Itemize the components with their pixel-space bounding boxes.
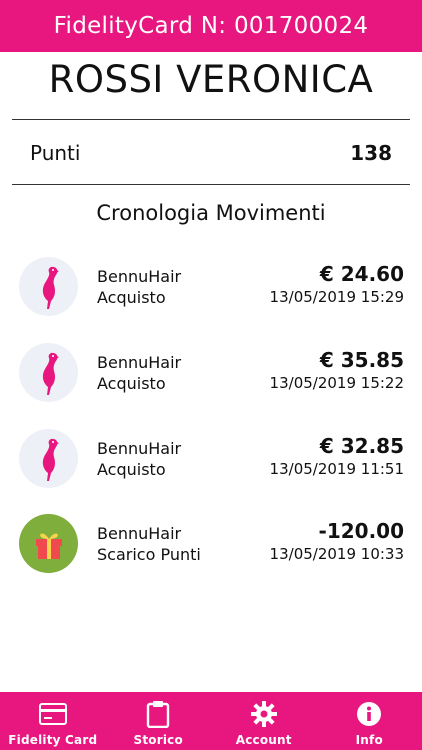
list-item[interactable]: BennuHair Acquisto € 24.60 13/05/2019 15…: [0, 257, 422, 317]
flamingo-logo-icon: [19, 343, 78, 402]
tab-info[interactable]: Info: [317, 692, 422, 750]
fidelity-card-title: FidelityCard N: 001700024: [53, 13, 369, 39]
tab-account[interactable]: Account: [211, 692, 317, 750]
movement-amount: € 32.85: [319, 434, 404, 458]
credit-card-icon: [38, 700, 67, 728]
list-item[interactable]: BennuHair Scarico Punti -120.00 13/05/20…: [0, 514, 422, 574]
info-icon: [355, 700, 383, 728]
tab-label: Fidelity Card: [8, 733, 98, 747]
movement-datetime: 13/05/2019 15:22: [269, 374, 404, 392]
tab-storico[interactable]: Storico: [106, 692, 212, 750]
movement-amount: € 24.60: [319, 262, 404, 286]
flamingo-logo-icon: [19, 429, 78, 488]
gear-icon: [250, 700, 278, 728]
list-item[interactable]: BennuHair Acquisto € 35.85 13/05/2019 15…: [0, 343, 422, 403]
movement-type: Acquisto: [97, 288, 166, 307]
movement-datetime: 13/05/2019 11:51: [269, 460, 404, 478]
divider: [12, 184, 410, 185]
movement-type: Acquisto: [97, 374, 166, 393]
movement-merchant: BennuHair: [97, 267, 182, 286]
movement-amount: -120.00: [318, 519, 404, 543]
points-value: 138: [350, 141, 392, 165]
movement-amount: € 35.85: [319, 348, 404, 372]
clipboard-icon: [144, 700, 172, 728]
bottom-tab-bar: Fidelity Card Storico Account Info: [0, 692, 422, 750]
movement-merchant: BennuHair: [97, 439, 182, 458]
movement-type: Scarico Punti: [97, 545, 201, 564]
tab-label: Account: [235, 733, 292, 747]
divider: [12, 119, 410, 120]
movement-datetime: 13/05/2019 15:29: [269, 288, 404, 306]
movement-datetime: 13/05/2019 10:33: [269, 545, 404, 563]
points-label: Punti: [30, 141, 81, 165]
history-title: Cronologia Movimenti: [96, 201, 326, 225]
tab-label: Info: [355, 733, 383, 747]
list-item[interactable]: BennuHair Acquisto € 32.85 13/05/2019 11…: [0, 429, 422, 489]
app-header: FidelityCard N: 001700024: [0, 0, 422, 52]
tab-label: Storico: [133, 733, 183, 747]
movement-merchant: BennuHair: [97, 353, 182, 372]
movement-type: Acquisto: [97, 460, 166, 479]
points-row: Punti 138: [30, 139, 392, 167]
gift-icon: [19, 514, 78, 573]
tab-fidelity-card[interactable]: Fidelity Card: [0, 692, 106, 750]
flamingo-logo-icon: [19, 257, 78, 316]
customer-name: ROSSI VERONICA: [48, 58, 374, 101]
movement-merchant: BennuHair: [97, 524, 182, 543]
